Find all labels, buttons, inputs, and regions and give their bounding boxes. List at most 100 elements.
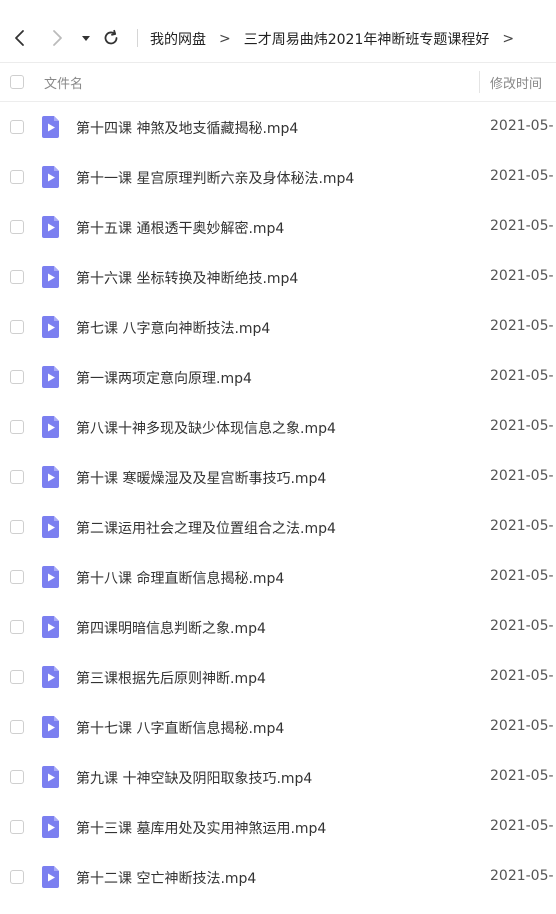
- file-name[interactable]: 第十六课 坐标转换及神断绝技.mp4: [76, 268, 298, 288]
- file-modified-time: 2021-05-: [490, 568, 554, 584]
- video-file-icon: [42, 466, 59, 488]
- column-divider[interactable]: [479, 71, 480, 93]
- video-file-icon: [42, 316, 59, 338]
- video-file-icon: [42, 766, 59, 788]
- refresh-icon: [104, 29, 118, 45]
- row-checkbox[interactable]: [10, 520, 24, 534]
- file-modified-time: 2021-05-: [490, 768, 554, 784]
- file-modified-time: 2021-05-: [490, 468, 554, 484]
- video-file-icon: [42, 816, 59, 838]
- file-name[interactable]: 第十二课 空亡神断技法.mp4: [76, 868, 256, 888]
- file-row[interactable]: 第一课两项定意向原理.mp4 2021-05-: [0, 352, 556, 402]
- video-file-icon: [42, 416, 59, 438]
- row-checkbox[interactable]: [10, 420, 24, 434]
- refresh-button[interactable]: [101, 26, 121, 50]
- video-file-icon: [42, 566, 59, 588]
- file-name[interactable]: 第二课运用社会之理及位置组合之法.mp4: [76, 518, 336, 538]
- file-row[interactable]: 第十四课 神煞及地支循藏揭秘.mp4 2021-05-: [0, 102, 556, 152]
- file-name[interactable]: 第十五课 通根透干奥妙解密.mp4: [76, 218, 284, 238]
- file-row[interactable]: 第三课根据先后原则神断.mp4 2021-05-: [0, 652, 556, 702]
- row-checkbox[interactable]: [10, 620, 24, 634]
- row-checkbox[interactable]: [10, 570, 24, 584]
- file-name[interactable]: 第七课 八字意向神断技法.mp4: [76, 318, 270, 338]
- row-checkbox[interactable]: [10, 320, 24, 334]
- file-modified-time: 2021-05-: [490, 168, 554, 184]
- file-name[interactable]: 第九课 十神空缺及阴阳取象技巧.mp4: [76, 768, 312, 788]
- chevron-right-icon: [53, 30, 62, 46]
- row-checkbox[interactable]: [10, 470, 24, 484]
- file-row[interactable]: 第七课 八字意向神断技法.mp4 2021-05-: [0, 302, 556, 352]
- toolbar: 我的网盘 > 三才周易曲炜2021年神断班专题课程好 >: [0, 0, 556, 63]
- file-row[interactable]: 第十五课 通根透干奥妙解密.mp4 2021-05-: [0, 202, 556, 252]
- file-name[interactable]: 第十八课 命理直断信息揭秘.mp4: [76, 568, 284, 588]
- video-file-icon: [42, 266, 59, 288]
- video-file-icon: [42, 116, 59, 138]
- breadcrumb-item-root[interactable]: 我的网盘: [150, 29, 206, 49]
- file-row[interactable]: 第四课明暗信息判断之象.mp4 2021-05-: [0, 602, 556, 652]
- video-file-icon: [42, 716, 59, 738]
- row-checkbox[interactable]: [10, 820, 24, 834]
- row-checkbox[interactable]: [10, 770, 24, 784]
- file-modified-time: 2021-05-: [490, 418, 554, 434]
- file-modified-time: 2021-05-: [490, 318, 554, 334]
- breadcrumb-item-folder[interactable]: 三才周易曲炜2021年神断班专题课程好: [244, 29, 490, 49]
- video-file-icon: [42, 366, 59, 388]
- file-row[interactable]: 第十八课 命理直断信息揭秘.mp4 2021-05-: [0, 552, 556, 602]
- history-dropdown-button[interactable]: [76, 26, 96, 50]
- chevron-left-icon: [15, 30, 24, 46]
- file-name[interactable]: 第四课明暗信息判断之象.mp4: [76, 618, 266, 638]
- file-list-header: 文件名 修改时间: [0, 63, 556, 102]
- file-row[interactable]: 第十六课 坐标转换及神断绝技.mp4 2021-05-: [0, 252, 556, 302]
- file-name[interactable]: 第十四课 神煞及地支循藏揭秘.mp4: [76, 118, 298, 138]
- video-file-icon: [42, 666, 59, 688]
- file-modified-time: 2021-05-: [490, 818, 554, 834]
- file-name[interactable]: 第十三课 墓库用处及实用神煞运用.mp4: [76, 818, 326, 838]
- row-checkbox[interactable]: [10, 720, 24, 734]
- forward-button[interactable]: [47, 26, 67, 50]
- file-modified-time: 2021-05-: [490, 868, 554, 884]
- video-file-icon: [42, 216, 59, 238]
- file-modified-time: 2021-05-: [490, 518, 554, 534]
- file-modified-time: 2021-05-: [490, 718, 554, 734]
- row-checkbox[interactable]: [10, 370, 24, 384]
- row-checkbox[interactable]: [10, 270, 24, 284]
- select-all-checkbox[interactable]: [10, 75, 24, 89]
- file-name[interactable]: 第十一课 星宫原理判断六亲及身体秘法.mp4: [76, 168, 354, 188]
- video-file-icon: [42, 516, 59, 538]
- back-button[interactable]: [10, 26, 30, 50]
- video-file-icon: [42, 166, 59, 188]
- file-row[interactable]: 第十三课 墓库用处及实用神煞运用.mp4 2021-05-: [0, 802, 556, 852]
- file-modified-time: 2021-05-: [490, 368, 554, 384]
- breadcrumb: 我的网盘 > 三才周易曲炜2021年神断班专题课程好 >: [150, 28, 527, 50]
- video-file-icon: [42, 866, 59, 888]
- file-row[interactable]: 第十七课 八字直断信息揭秘.mp4 2021-05-: [0, 702, 556, 752]
- file-modified-time: 2021-05-: [490, 268, 554, 284]
- file-row[interactable]: 第十课 寒暖燥湿及及星宫断事技巧.mp4 2021-05-: [0, 452, 556, 502]
- row-checkbox[interactable]: [10, 670, 24, 684]
- file-row[interactable]: 第十一课 星宫原理判断六亲及身体秘法.mp4 2021-05-: [0, 152, 556, 202]
- toolbar-divider: [137, 29, 138, 47]
- row-checkbox[interactable]: [10, 170, 24, 184]
- breadcrumb-separator[interactable]: >: [502, 31, 514, 47]
- file-row[interactable]: 第二课运用社会之理及位置组合之法.mp4 2021-05-: [0, 502, 556, 552]
- file-row[interactable]: 第十二课 空亡神断技法.mp4 2021-05-: [0, 852, 556, 902]
- breadcrumb-separator: >: [219, 31, 231, 47]
- column-header-name[interactable]: 文件名: [44, 73, 83, 92]
- file-name[interactable]: 第三课根据先后原则神断.mp4: [76, 668, 266, 688]
- video-file-icon: [42, 616, 59, 638]
- file-row[interactable]: 第八课十神多现及缺少体现信息之象.mp4 2021-05-: [0, 402, 556, 452]
- file-row[interactable]: 第九课 十神空缺及阴阳取象技巧.mp4 2021-05-: [0, 752, 556, 802]
- file-modified-time: 2021-05-: [490, 668, 554, 684]
- row-checkbox[interactable]: [10, 120, 24, 134]
- file-name[interactable]: 第一课两项定意向原理.mp4: [76, 368, 252, 388]
- caret-down-icon: [82, 36, 90, 41]
- row-checkbox[interactable]: [10, 220, 24, 234]
- row-checkbox[interactable]: [10, 870, 24, 884]
- file-name[interactable]: 第十课 寒暖燥湿及及星宫断事技巧.mp4: [76, 468, 326, 488]
- file-modified-time: 2021-05-: [490, 218, 554, 234]
- file-modified-time: 2021-05-: [490, 118, 554, 134]
- file-name[interactable]: 第八课十神多现及缺少体现信息之象.mp4: [76, 418, 336, 438]
- file-name[interactable]: 第十七课 八字直断信息揭秘.mp4: [76, 718, 284, 738]
- column-header-modified[interactable]: 修改时间: [490, 73, 542, 92]
- file-modified-time: 2021-05-: [490, 618, 554, 634]
